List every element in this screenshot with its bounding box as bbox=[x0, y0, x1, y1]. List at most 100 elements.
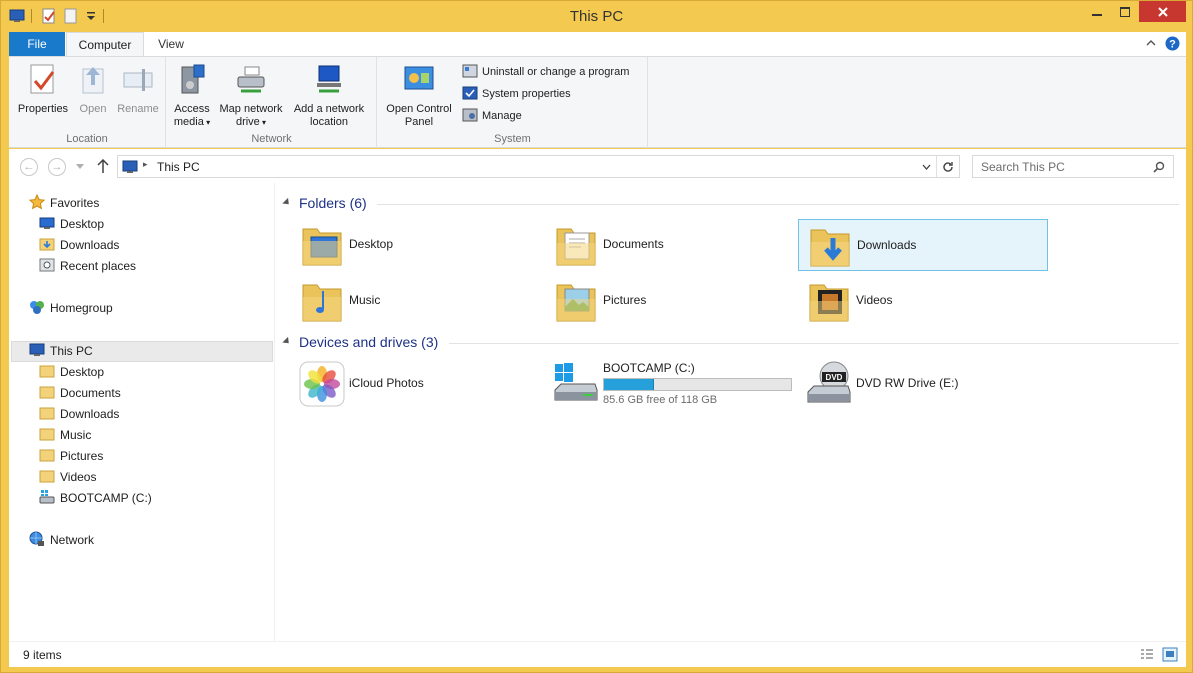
nav-network[interactable]: Network bbox=[29, 530, 94, 551]
group-label-location: Location bbox=[66, 133, 108, 145]
recent-locations-icon[interactable] bbox=[76, 164, 84, 170]
nav-item-label: Desktop bbox=[60, 217, 105, 231]
navigation-pane: Favorites Desktop Downloads Recent place… bbox=[9, 183, 275, 641]
folder-icon bbox=[39, 386, 55, 399]
device-tile-icloud-photos[interactable]: iCloud Photos bbox=[291, 358, 541, 410]
device-tile-dvd-drive[interactable]: DVD DVD RW Drive (E:) bbox=[798, 358, 1048, 410]
large-icons-view-icon[interactable] bbox=[1162, 647, 1178, 662]
search-icon[interactable] bbox=[1153, 161, 1165, 173]
add-location-label-1: Add a network bbox=[293, 103, 365, 115]
system-properties-button[interactable]: System properties bbox=[462, 85, 571, 103]
forward-button[interactable]: → bbox=[48, 158, 66, 176]
folders-section-header[interactable]: Folders (6) bbox=[282, 195, 367, 215]
uninstall-program-button[interactable]: Uninstall or change a program bbox=[462, 63, 629, 81]
ribbon-tabs: File Computer View ? bbox=[9, 32, 1186, 57]
maximize-button[interactable] bbox=[1111, 1, 1139, 22]
folder-tile-music[interactable]: Music bbox=[291, 275, 541, 327]
dvd-drive-icon: DVD bbox=[807, 361, 851, 403]
desktop-folder-icon bbox=[302, 228, 342, 266]
recent-places-icon bbox=[39, 258, 55, 272]
collapse-arrow-icon bbox=[282, 197, 292, 208]
add-location-label-2: location bbox=[310, 116, 348, 128]
close-button[interactable] bbox=[1139, 1, 1186, 22]
folder-tile-downloads[interactable]: Downloads bbox=[798, 219, 1048, 271]
control-panel-label-2: Panel bbox=[404, 116, 434, 128]
nav-pc-downloads[interactable]: Downloads bbox=[39, 404, 119, 425]
nav-pc-documents[interactable]: Documents bbox=[39, 383, 121, 404]
access-media-button[interactable]: Access media ▾ bbox=[171, 63, 213, 129]
system-properties-icon bbox=[462, 86, 478, 100]
back-button[interactable]: ← bbox=[20, 158, 38, 176]
collapse-ribbon-icon[interactable] bbox=[1146, 39, 1156, 47]
manage-label: Manage bbox=[482, 110, 522, 122]
minimize-button[interactable] bbox=[1083, 1, 1111, 22]
open-control-panel-button[interactable]: Open Control Panel bbox=[380, 63, 458, 129]
open-icon bbox=[82, 67, 104, 94]
rename-button[interactable]: Rename bbox=[113, 63, 163, 116]
nav-this-pc[interactable]: This PC bbox=[29, 341, 93, 362]
nav-pc-bootcamp[interactable]: BOOTCAMP (C:) bbox=[39, 488, 152, 509]
address-bar[interactable]: ▸ This PC bbox=[117, 155, 960, 178]
properties-icon bbox=[30, 64, 55, 94]
nav-fav-recent-places[interactable]: Recent places bbox=[39, 256, 136, 277]
nav-item-label: Downloads bbox=[60, 238, 120, 252]
forward-arrow-icon: → bbox=[51, 161, 63, 173]
nav-network-label: Network bbox=[50, 533, 95, 547]
drive-usage-bar bbox=[603, 378, 792, 391]
access-media-icon bbox=[181, 64, 205, 94]
devices-section-header[interactable]: Devices and drives (3) bbox=[282, 334, 439, 354]
tab-file[interactable]: File bbox=[9, 32, 65, 56]
window-title: This PC bbox=[569, 8, 624, 25]
devices-header-label: Devices and drives (3) bbox=[299, 334, 439, 350]
nav-item-label: Downloads bbox=[60, 407, 120, 421]
folder-tile-pictures[interactable]: Pictures bbox=[545, 275, 795, 327]
folder-label: Downloads bbox=[857, 238, 917, 252]
folder-tile-videos[interactable]: Videos bbox=[798, 275, 1048, 327]
breadcrumb-this-pc[interactable]: This PC bbox=[157, 160, 200, 174]
main-area: Favorites Desktop Downloads Recent place… bbox=[9, 183, 1186, 641]
window-controls bbox=[1083, 1, 1186, 22]
up-arrow-icon[interactable] bbox=[97, 159, 109, 173]
map-drive-label-2: drive bbox=[235, 116, 260, 128]
add-network-location-button[interactable]: Add a network location bbox=[289, 63, 369, 129]
add-network-location-icon bbox=[317, 65, 341, 93]
nav-item-label: Documents bbox=[60, 386, 121, 400]
svg-text:?: ? bbox=[1169, 39, 1176, 51]
folder-tile-documents[interactable]: Documents bbox=[545, 219, 795, 271]
nav-fav-downloads[interactable]: Downloads bbox=[39, 235, 119, 256]
address-dropdown-icon[interactable] bbox=[922, 164, 931, 170]
details-view-icon[interactable] bbox=[1140, 648, 1154, 661]
device-tile-bootcamp[interactable]: BOOTCAMP (C:) 85.6 GB free of 118 GB bbox=[545, 358, 805, 410]
nav-pc-videos[interactable]: Videos bbox=[39, 467, 96, 488]
refresh-icon[interactable] bbox=[942, 161, 954, 173]
map-network-drive-button[interactable]: Map network drive ▾ bbox=[215, 63, 287, 129]
folder-label: Music bbox=[349, 293, 381, 307]
device-label: iCloud Photos bbox=[349, 376, 424, 390]
nav-pc-music[interactable]: Music bbox=[39, 425, 91, 446]
nav-homegroup[interactable]: Homegroup bbox=[29, 298, 113, 319]
section-divider bbox=[377, 204, 1179, 205]
folder-label: Videos bbox=[856, 293, 893, 307]
nav-pc-pictures[interactable]: Pictures bbox=[39, 446, 103, 467]
back-arrow-icon: ← bbox=[23, 161, 35, 173]
content-pane: Folders (6) Desktop Documents Downloads … bbox=[275, 183, 1186, 641]
help-icon[interactable]: ? bbox=[1165, 36, 1180, 51]
navigation-bar: ← → ▸ This PC Search This PC bbox=[9, 149, 1186, 183]
this-pc-icon bbox=[122, 160, 138, 173]
nav-item-label: Videos bbox=[60, 470, 97, 484]
search-box[interactable]: Search This PC bbox=[972, 155, 1174, 178]
open-button[interactable]: Open bbox=[71, 63, 115, 116]
maximize-icon bbox=[1120, 6, 1130, 17]
tab-computer[interactable]: Computer bbox=[66, 32, 144, 57]
nav-pc-desktop[interactable]: Desktop bbox=[39, 362, 104, 383]
manage-button[interactable]: Manage bbox=[462, 107, 522, 125]
nav-fav-desktop[interactable]: Desktop bbox=[39, 214, 104, 235]
properties-button[interactable]: Properties bbox=[15, 63, 71, 116]
folder-tile-desktop[interactable]: Desktop bbox=[291, 219, 541, 271]
tab-view[interactable]: View bbox=[149, 32, 193, 56]
group-location: Properties Open Rename Location bbox=[9, 57, 166, 148]
search-placeholder: Search This PC bbox=[981, 160, 1065, 174]
nav-favorites[interactable]: Favorites bbox=[29, 193, 99, 214]
nav-item-label: Music bbox=[60, 428, 92, 442]
breadcrumb-chevron-icon[interactable]: ▸ bbox=[143, 159, 148, 170]
